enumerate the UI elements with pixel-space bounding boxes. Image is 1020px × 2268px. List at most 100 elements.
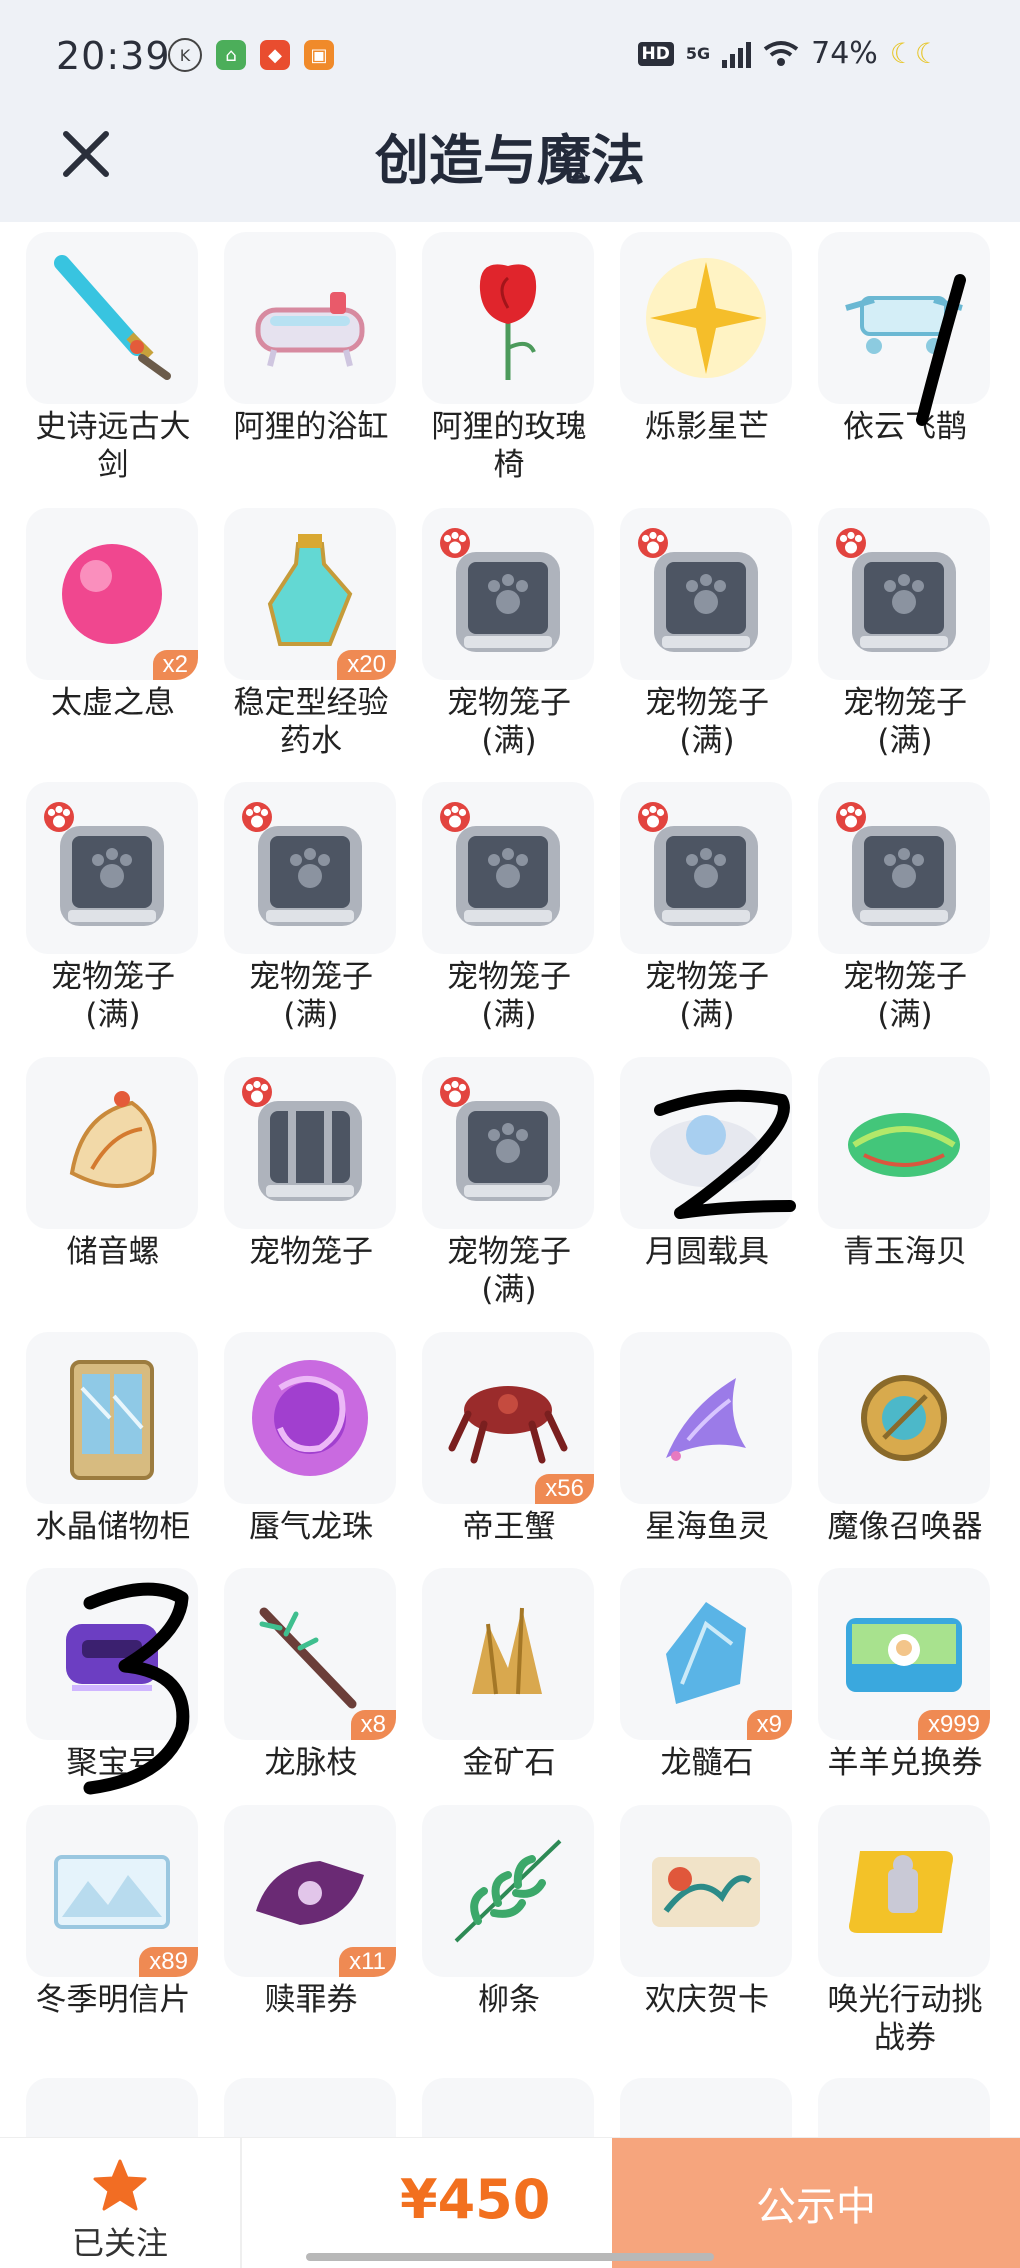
item-card[interactable]: 蜃气龙珠: [224, 1332, 398, 1546]
purple-ship-icon: [66, 1624, 158, 1691]
item-label: 阿狸的玫瑰椅: [431, 409, 587, 483]
star-icon: [93, 2159, 147, 2211]
close-icon[interactable]: [56, 124, 116, 184]
item-card[interactable]: 欢庆贺卡: [620, 1805, 794, 2019]
bathtub-icon: [255, 292, 365, 367]
item-image: [620, 1805, 792, 1977]
item-card[interactable]: 星海鱼灵: [620, 1332, 794, 1546]
item-card[interactable]: 宠物笼子(满): [818, 508, 992, 760]
item-card-partial[interactable]: [620, 2078, 794, 2137]
willow-branch-icon: [454, 1839, 562, 1943]
item-label: 太虚之息: [51, 685, 175, 721]
item-label: 龙脉枝: [264, 1745, 358, 1781]
follow-label: 已关注: [71, 2224, 168, 2262]
item-label: 宠物笼子(满): [843, 685, 967, 759]
item-image: [620, 782, 792, 954]
item-card[interactable]: 宠物笼子(满): [422, 508, 596, 760]
item-card[interactable]: 依云飞鹊: [818, 232, 992, 446]
item-image: x20: [224, 508, 396, 680]
item-card[interactable]: 宠物笼子(满): [26, 782, 200, 1034]
item-card[interactable]: 水晶储物柜: [26, 1332, 200, 1546]
item-card[interactable]: 烁影星芒: [620, 232, 794, 446]
item-card[interactable]: x89 冬季明信片: [26, 1805, 200, 2019]
item-image: [26, 232, 198, 404]
item-card[interactable]: 宠物笼子(满): [224, 782, 398, 1034]
item-card[interactable]: 柳条: [422, 1805, 596, 2019]
item-card[interactable]: 宠物笼子(满): [620, 782, 794, 1034]
item-card[interactable]: 唤光行动挑战券: [818, 1805, 992, 2057]
jade-shell-icon: [848, 1113, 960, 1177]
item-label: 宠物笼子(满): [645, 959, 769, 1033]
dragon-branch-icon: [259, 1607, 357, 1709]
item-label: 宠物笼子(满): [51, 959, 175, 1033]
item-card[interactable]: 阿狸的玫瑰椅: [422, 232, 596, 484]
item-label: 宠物笼子(满): [249, 959, 373, 1033]
item-image: [26, 2078, 198, 2137]
item-image: [26, 1332, 198, 1504]
item-card[interactable]: 宠物笼子(满): [818, 782, 992, 1034]
flying-bird-icon: [845, 296, 963, 354]
item-label: 依云飞鹊: [843, 409, 967, 445]
follow-button[interactable]: 已关注: [0, 2138, 242, 2268]
item-card[interactable]: x11 赎罪券: [224, 1805, 398, 2019]
item-card[interactable]: x8 龙脉枝: [224, 1568, 398, 1782]
item-image: [818, 1805, 990, 1977]
item-label: 冬季明信片: [35, 1982, 191, 2018]
item-card-partial[interactable]: [818, 2078, 992, 2137]
item-image: [422, 1805, 594, 1977]
item-label: 宠物笼子: [249, 1234, 373, 1270]
item-card[interactable]: 史诗远古大剑: [26, 232, 200, 484]
status-button[interactable]: 公示中: [612, 2138, 1020, 2268]
quantity-badge: x999: [917, 1710, 990, 1740]
item-image: [620, 232, 792, 404]
sword-icon: [54, 255, 171, 380]
item-card[interactable]: 储音螺: [26, 1057, 200, 1271]
item-image: [818, 1057, 990, 1229]
item-card[interactable]: 金矿石: [422, 1568, 596, 1782]
item-label: 赎罪券: [264, 1982, 358, 2018]
item-card[interactable]: 青玉海贝: [818, 1057, 992, 1271]
item-card[interactable]: 宠物笼子(满): [620, 508, 794, 760]
item-image: [224, 1332, 396, 1504]
wifi-icon: [763, 40, 799, 66]
item-label: 龙髓石: [660, 1745, 754, 1781]
item-label: 聚宝号: [66, 1745, 160, 1781]
item-card[interactable]: x9 龙髓石: [620, 1568, 794, 1782]
item-card[interactable]: x999 羊羊兑换券: [818, 1568, 992, 1782]
king-crab-icon: [448, 1386, 568, 1464]
item-card[interactable]: 宠物笼子(满): [422, 1057, 596, 1309]
item-card[interactable]: 月圆载具: [620, 1057, 794, 1271]
item-label: 储音螺: [66, 1234, 160, 1270]
greeting-card-icon: [652, 1857, 760, 1927]
item-image: [422, 1057, 594, 1229]
sheep-coupon-icon: [846, 1618, 962, 1692]
item-image: [818, 232, 990, 404]
item-image: [620, 508, 792, 680]
item-card[interactable]: x56 帝王蟹: [422, 1332, 596, 1546]
k-icon: K: [168, 38, 202, 72]
item-card[interactable]: 宠物笼子: [224, 1057, 398, 1271]
paw-badge-icon: [440, 1077, 470, 1107]
item-image: [620, 2078, 792, 2137]
item-card[interactable]: 魔像召唤器: [818, 1332, 992, 1546]
item-card[interactable]: x20 稳定型经验药水: [224, 508, 398, 760]
page-title: 创造与魔法: [375, 129, 645, 192]
item-image: [818, 1332, 990, 1504]
item-card[interactable]: 阿狸的浴缸: [224, 232, 398, 446]
status-indicators: HD 5G 74% ☾☾: [637, 36, 940, 71]
item-card[interactable]: 聚宝号: [26, 1568, 200, 1782]
item-image: [26, 1057, 198, 1229]
item-card-partial[interactable]: [224, 2078, 398, 2137]
moon-vehicle-icon: [650, 1115, 762, 1187]
item-card[interactable]: 宠物笼子(满): [422, 782, 596, 1034]
item-card-partial[interactable]: [26, 2078, 200, 2137]
item-card[interactable]: x2 太虚之息: [26, 508, 200, 722]
bottom-bar: 已关注 ¥450 公示中: [0, 2137, 1020, 2268]
item-card-partial[interactable]: [422, 2078, 596, 2137]
challenge-scroll-icon: [849, 1851, 953, 1933]
paw-badge-icon: [836, 802, 866, 832]
fish-spirit-icon: [666, 1378, 746, 1461]
home-indicator[interactable]: [306, 2253, 714, 2261]
item-image: x999: [818, 1568, 990, 1740]
item-image: [818, 782, 990, 954]
